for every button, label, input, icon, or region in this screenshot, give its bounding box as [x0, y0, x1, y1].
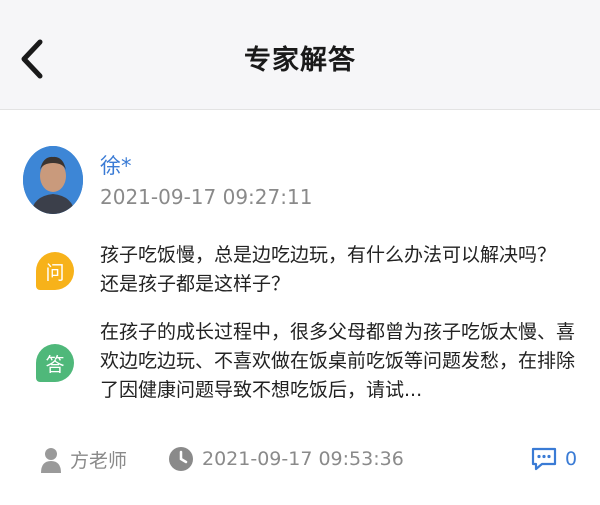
teacher-name: 方老师: [70, 450, 128, 472]
comment-icon: [531, 447, 557, 471]
user-icon: [41, 447, 61, 473]
avatar[interactable]: [23, 146, 83, 214]
page-title: 专家解答: [244, 45, 356, 76]
clock-icon: [169, 447, 193, 471]
user-name[interactable]: 徐*: [100, 150, 132, 180]
answer-fade: [100, 402, 578, 416]
question-time: 2021-09-17 09:27:11: [100, 185, 313, 209]
answer-badge: 答: [36, 344, 74, 382]
question-badge: 问: [36, 252, 74, 290]
question-text[interactable]: 孩子吃饭慢，总是边吃边玩，有什么办法可以解决吗？还是孩子都是这样子？: [100, 241, 570, 299]
answer-time: 2021-09-17 09:53:36: [202, 448, 404, 470]
comment-button[interactable]: 0: [531, 446, 577, 472]
header-bar: 专家解答: [0, 0, 600, 110]
answer-footer: 方老师 2021-09-17 09:53:36 0: [0, 440, 600, 490]
comment-count: 0: [565, 448, 578, 470]
answer-text[interactable]: 在孩子的成长过程中，很多父母都曾为孩子吃饭太慢、喜欢边吃边玩、不喜欢做在饭桌前吃…: [100, 318, 578, 414]
answer-time-info: 2021-09-17 09:53:36: [168, 446, 404, 472]
teacher-info: 方老师: [40, 446, 127, 473]
